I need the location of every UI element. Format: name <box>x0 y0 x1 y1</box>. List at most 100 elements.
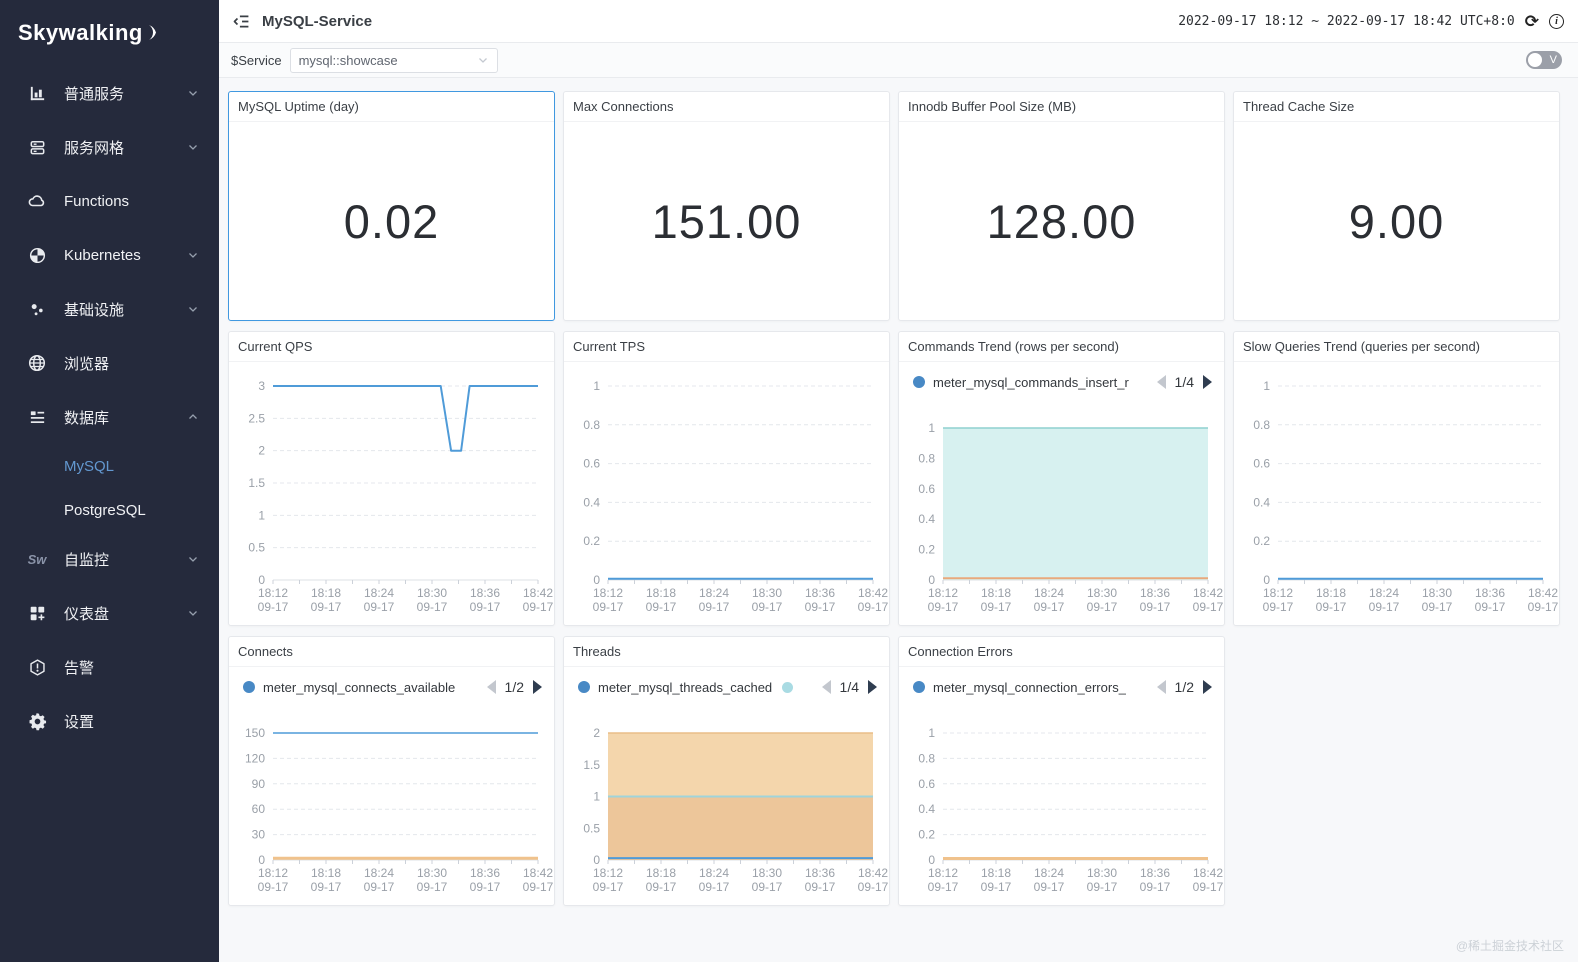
legend-dot2-icon[interactable] <box>782 682 793 693</box>
version-toggle[interactable]: V <box>1526 51 1562 69</box>
stat-card-max-connections[interactable]: Max Connections 151.00 <box>563 91 890 321</box>
stat-card-mysql-uptime[interactable]: MySQL Uptime (day) 0.02 <box>228 91 555 321</box>
sidebar-item-label: Functions <box>64 193 129 210</box>
sidebar-item-self-observability[interactable]: Sw 自监控 <box>0 532 219 586</box>
legend-label[interactable]: meter_mysql_connects_available <box>263 680 455 695</box>
legend-prev-icon[interactable] <box>822 680 831 694</box>
svg-text:18:36: 18:36 <box>1140 586 1170 600</box>
svg-text:09-17: 09-17 <box>981 880 1012 894</box>
service-select[interactable]: mysql::showcase <box>290 48 498 73</box>
svg-text:09-17: 09-17 <box>1369 600 1400 614</box>
svg-text:18:12: 18:12 <box>593 866 623 880</box>
svg-text:0.2: 0.2 <box>918 543 935 557</box>
sidebar: Skywalking 普通服务 服务网格 Functions <box>0 0 219 962</box>
svg-text:0.4: 0.4 <box>918 512 935 526</box>
legend-page: 1/2 <box>505 679 524 695</box>
legend-next-icon[interactable] <box>533 680 542 694</box>
legend-next-icon[interactable] <box>1203 375 1212 389</box>
chevron-down-icon <box>187 303 199 315</box>
page-title: MySQL-Service <box>262 13 372 30</box>
legend-prev-icon[interactable] <box>1157 375 1166 389</box>
svg-text:0.8: 0.8 <box>583 418 600 432</box>
chart-legend: meter_mysql_connection_errors_ 1/2 <box>913 679 1212 695</box>
legend-page: 1/4 <box>1175 374 1194 390</box>
svg-text:09-17: 09-17 <box>981 600 1012 614</box>
chart-card-current-qps: Current QPS 00.511.522.5318:1209-1718:18… <box>228 331 555 626</box>
svg-text:0.8: 0.8 <box>918 451 935 465</box>
legend-dot-icon[interactable] <box>913 681 925 693</box>
svg-text:0.5: 0.5 <box>583 821 600 835</box>
svg-text:09-17: 09-17 <box>258 880 289 894</box>
refresh-icon[interactable]: ⟳ <box>1525 13 1539 30</box>
sidebar-item-dashboards[interactable]: 仪表盘 <box>0 586 219 640</box>
sidebar-subitem-postgresql[interactable]: PostgreSQL <box>0 488 219 532</box>
svg-text:0: 0 <box>593 573 600 587</box>
sidebar-item-browser[interactable]: 浏览器 <box>0 336 219 390</box>
skywalking-logo[interactable]: Skywalking <box>0 0 219 66</box>
legend-prev-icon[interactable] <box>487 680 496 694</box>
sidebar-item-kubernetes[interactable]: Kubernetes <box>0 228 219 282</box>
legend-prev-icon[interactable] <box>1157 680 1166 694</box>
svg-text:09-17: 09-17 <box>805 600 836 614</box>
svg-text:18:30: 18:30 <box>752 866 782 880</box>
svg-text:0: 0 <box>928 853 935 867</box>
time-range-picker[interactable]: 2022-09-17 18:12 ~ 2022-09-17 18:42 UTC+… <box>1178 14 1515 29</box>
legend-dot-icon[interactable] <box>578 681 590 693</box>
info-icon[interactable]: i <box>1549 14 1564 29</box>
chart-card-slow-queries: Slow Queries Trend (queries per second) … <box>1233 331 1560 626</box>
sidebar-item-settings[interactable]: 设置 <box>0 694 219 748</box>
legend-label[interactable]: meter_mysql_threads_cached <box>598 680 772 695</box>
svg-text:18:12: 18:12 <box>928 866 958 880</box>
svg-text:120: 120 <box>245 751 265 765</box>
sidebar-item-infrastructure[interactable]: 基础设施 <box>0 282 219 336</box>
stat-card-thread-cache-size[interactable]: Thread Cache Size 9.00 <box>1233 91 1560 321</box>
legend-dot-icon[interactable] <box>913 376 925 388</box>
sidebar-item-service-mesh[interactable]: 服务网格 <box>0 120 219 174</box>
svg-text:09-17: 09-17 <box>1263 600 1294 614</box>
current-tps-chart[interactable]: 00.20.40.60.8118:1209-1718:1809-1718:240… <box>564 362 889 625</box>
sidebar-item-database[interactable]: 数据库 <box>0 390 219 444</box>
current-qps-chart[interactable]: 00.511.522.5318:1209-1718:1809-1718:2409… <box>229 362 554 625</box>
svg-text:09-17: 09-17 <box>699 600 730 614</box>
chart-title: Threads <box>564 637 889 667</box>
connection-errors-chart[interactable]: 00.20.40.60.8118:1209-1718:1809-1718:240… <box>899 667 1224 905</box>
sidebar-item-general-service[interactable]: 普通服务 <box>0 66 219 120</box>
legend-dot-icon[interactable] <box>243 681 255 693</box>
svg-text:0.6: 0.6 <box>1253 457 1270 471</box>
svg-text:18:42: 18:42 <box>1528 586 1558 600</box>
legend-label[interactable]: meter_mysql_commands_insert_r <box>933 375 1129 390</box>
svg-text:09-17: 09-17 <box>1193 600 1224 614</box>
sidebar-item-label: 浏览器 <box>64 353 109 374</box>
svg-text:90: 90 <box>252 777 266 791</box>
card-title: Thread Cache Size <box>1234 92 1559 122</box>
threads-chart[interactable]: 00.511.5218:1209-1718:1809-1718:2409-171… <box>564 667 889 905</box>
svg-text:0.4: 0.4 <box>583 495 600 509</box>
svg-text:09-17: 09-17 <box>1140 880 1171 894</box>
svg-text:18:36: 18:36 <box>1140 866 1170 880</box>
stat-card-innodb-buffer-pool[interactable]: Innodb Buffer Pool Size (MB) 128.00 <box>898 91 1225 321</box>
sidebar-item-functions[interactable]: Functions <box>0 174 219 228</box>
svg-text:18:18: 18:18 <box>981 586 1011 600</box>
svg-text:18:24: 18:24 <box>1034 866 1064 880</box>
subitem-label: PostgreSQL <box>64 502 146 519</box>
sidebar-item-label: 数据库 <box>64 407 109 428</box>
connects-chart[interactable]: 030609012015018:1209-1718:1809-1718:2409… <box>229 667 554 905</box>
svg-text:18:24: 18:24 <box>699 866 729 880</box>
svg-text:18:24: 18:24 <box>1369 586 1399 600</box>
legend-label[interactable]: meter_mysql_connection_errors_ <box>933 680 1126 695</box>
chart-title: Current TPS <box>564 332 889 362</box>
commands-trend-chart[interactable]: 00.20.40.60.8118:1209-1718:1809-1718:240… <box>899 362 1224 625</box>
sidebar-subitem-mysql[interactable]: MySQL <box>0 444 219 488</box>
sidebar-item-alerts[interactable]: 告警 <box>0 640 219 694</box>
legend-next-icon[interactable] <box>1203 680 1212 694</box>
svg-text:09-17: 09-17 <box>752 880 783 894</box>
slow-queries-chart[interactable]: 00.20.40.60.8118:1209-1718:1809-1718:240… <box>1234 362 1559 625</box>
svg-text:09-17: 09-17 <box>470 880 501 894</box>
svg-text:09-17: 09-17 <box>311 880 342 894</box>
svg-text:09-17: 09-17 <box>1475 600 1506 614</box>
svg-text:0: 0 <box>258 853 265 867</box>
card-title: MySQL Uptime (day) <box>229 92 554 122</box>
legend-next-icon[interactable] <box>868 680 877 694</box>
menu-fold-icon[interactable] <box>233 13 250 30</box>
app-root: Skywalking 普通服务 服务网格 Functions <box>0 0 1578 962</box>
